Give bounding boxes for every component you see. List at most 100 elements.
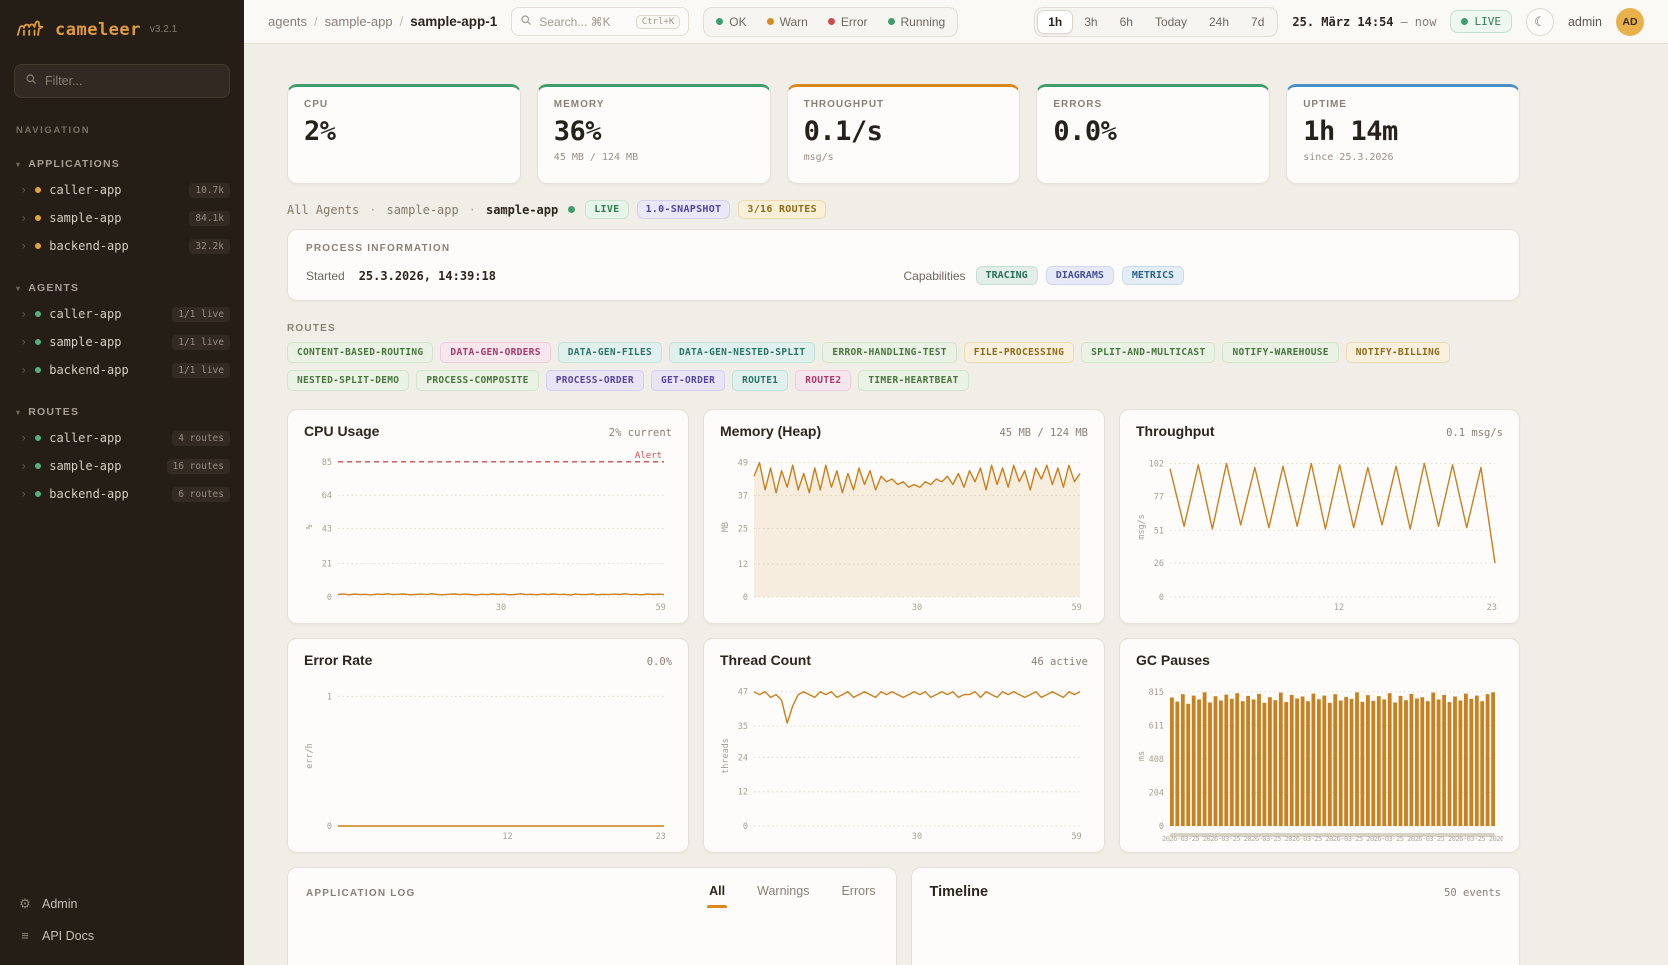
route-chip-content-based-routing[interactable]: CONTENT-BASED-ROUTING <box>287 342 433 363</box>
search-icon <box>520 13 532 31</box>
agent-link-sample-app[interactable]: sample-app <box>386 203 458 217</box>
route-chip-timer-heartbeat[interactable]: TIMER-HEARTBEAT <box>858 370 968 391</box>
chevron-right-icon: › <box>20 335 27 349</box>
route-chip-get-order[interactable]: GET-ORDER <box>651 370 725 391</box>
main-area: agents/sample-app/sample-app-1 Search...… <box>244 0 1668 965</box>
status-filter-warn[interactable]: Warn <box>757 10 818 34</box>
route-chip-route2[interactable]: ROUTE2 <box>795 370 851 391</box>
stat-value: 1h 14m <box>1303 116 1503 147</box>
route-chip-data-gen-nested-split[interactable]: DATA-GEN-NESTED-SPLIT <box>669 342 815 363</box>
svg-text:30: 30 <box>912 603 922 613</box>
time-range-1h[interactable]: 1h <box>1037 10 1073 34</box>
sidebar-footer-label: Admin <box>42 897 77 911</box>
route-chip-data-gen-files[interactable]: DATA-GEN-FILES <box>558 342 662 363</box>
sidebar-group-header-agents[interactable]: ▾AGENTS <box>0 282 244 300</box>
svg-text:0: 0 <box>327 822 332 832</box>
app-version: v3.2.1 <box>150 24 177 35</box>
logo-row: cameleer v3.2.1 <box>0 16 244 43</box>
breadcrumb-sample-app-1: sample-app-1 <box>410 14 497 29</box>
status-filter-ok[interactable]: OK <box>706 10 756 34</box>
status-filter-error[interactable]: Error <box>818 10 878 34</box>
capabilities-label: Capabilities <box>904 269 966 283</box>
stat-sub: msg/s <box>804 152 1004 164</box>
sidebar-item-applications-caller-app[interactable]: ›caller-app10.7k <box>0 176 244 204</box>
route-chip-process-composite[interactable]: PROCESS-COMPOSITE <box>416 370 538 391</box>
chart-canvas: 02651771021223msg/s <box>1136 447 1503 613</box>
chevron-right-icon: › <box>20 487 27 501</box>
sidebar-filter-input[interactable] <box>45 74 219 88</box>
breadcrumb-agents[interactable]: agents <box>268 14 307 29</box>
stat-sub: since 25.3.2026 <box>1303 152 1503 164</box>
separator-dot: · <box>369 203 376 217</box>
sidebar-item-label: sample-app <box>49 459 121 473</box>
status-dot <box>35 435 41 441</box>
time-range-6h[interactable]: 6h <box>1109 10 1144 34</box>
sidebar-item-applications-backend-app[interactable]: ›backend-app32.2k <box>0 232 244 260</box>
separator-dot: · <box>469 203 476 217</box>
svg-text:err/h: err/h <box>305 743 315 769</box>
svg-text:59: 59 <box>1072 603 1082 613</box>
svg-text:12: 12 <box>738 788 748 798</box>
status-dot <box>35 491 41 497</box>
sidebar-group-header-applications[interactable]: ▾APPLICATIONS <box>0 158 244 176</box>
svg-text:Alert: Alert <box>635 451 662 461</box>
live-indicator[interactable]: LIVE <box>1450 10 1512 33</box>
route-chip-notify-billing[interactable]: NOTIFY-BILLING <box>1346 342 1450 363</box>
sidebar-item-badge: 1/1 live <box>172 307 230 322</box>
svg-text:0: 0 <box>1159 593 1164 603</box>
time-range-24h[interactable]: 24h <box>1198 10 1240 34</box>
date-range[interactable]: 25. März 14:54 – now <box>1292 15 1436 29</box>
svg-text:85: 85 <box>322 458 332 468</box>
chevron-right-icon: › <box>20 363 27 377</box>
route-chips: CONTENT-BASED-ROUTING DATA-GEN-ORDERS DATA… <box>287 342 1520 391</box>
time-range-7d[interactable]: 7d <box>1240 10 1275 34</box>
sidebar-item-admin[interactable]: ⚙ Admin <box>18 896 226 912</box>
sidebar-item-routes-sample-app[interactable]: ›sample-app16 routes <box>0 452 244 480</box>
sidebar-item-api-docs[interactable]: ≡ API Docs <box>18 928 226 943</box>
route-chip-file-processing[interactable]: FILE-PROCESSING <box>964 342 1074 363</box>
route-chip-route1[interactable]: ROUTE1 <box>732 370 788 391</box>
svg-text:26: 26 <box>1154 559 1164 569</box>
sidebar-item-agents-sample-app[interactable]: ›sample-app1/1 live <box>0 328 244 356</box>
route-chip-process-order[interactable]: PROCESS-ORDER <box>546 370 644 391</box>
sidebar-group-header-routes[interactable]: ▾ROUTES <box>0 406 244 424</box>
log-tab-errors[interactable]: Errors <box>839 884 877 908</box>
global-search[interactable]: Search... ⌘K Ctrl+K <box>511 7 689 36</box>
menu-icon: ≡ <box>18 928 32 943</box>
status-filter-running[interactable]: Running <box>878 10 956 34</box>
sidebar-item-label: sample-app <box>49 211 121 225</box>
sidebar-item-agents-caller-app[interactable]: ›caller-app1/1 live <box>0 300 244 328</box>
timeline-title: Timeline <box>930 884 989 900</box>
route-chip-error-handling-test[interactable]: ERROR-HANDLING-TEST <box>822 342 956 363</box>
agent-link-all-agents[interactable]: All Agents <box>287 203 359 217</box>
status-dot <box>888 18 895 25</box>
sidebar-filter[interactable] <box>14 64 230 98</box>
sidebar-item-agents-backend-app[interactable]: ›backend-app1/1 live <box>0 356 244 384</box>
sidebar-item-badge: 10.7k <box>189 183 230 198</box>
stat-value: 0.1/s <box>804 116 1004 147</box>
sidebar-item-label: caller-app <box>49 307 121 321</box>
dark-mode-toggle[interactable]: ☾ <box>1526 8 1554 36</box>
user-avatar[interactable]: AD <box>1616 8 1644 36</box>
route-chip-notify-warehouse[interactable]: NOTIFY-WAREHOUSE <box>1222 342 1338 363</box>
caret-down-icon: ▾ <box>16 284 21 293</box>
log-tab-all[interactable]: All <box>707 884 727 908</box>
chart-current-value: 45 MB / 124 MB <box>999 427 1088 439</box>
sidebar-item-routes-backend-app[interactable]: ›backend-app6 routes <box>0 480 244 508</box>
log-tab-warnings[interactable]: Warnings <box>755 884 811 908</box>
status-dot <box>35 339 41 345</box>
sidebar-footer: ⚙ Admin ≡ API Docs <box>0 884 244 947</box>
route-chip-split-and-multicast[interactable]: SPLIT-AND-MULTICAST <box>1081 342 1215 363</box>
svg-text:23: 23 <box>656 832 666 842</box>
time-range-group: 1h3h6hToday24h7d <box>1034 7 1278 37</box>
svg-text:43: 43 <box>322 525 332 535</box>
stat-sub: 45 MB / 124 MB <box>554 152 754 164</box>
time-range-3h[interactable]: 3h <box>1073 10 1108 34</box>
sidebar-item-routes-caller-app[interactable]: ›caller-app4 routes <box>0 424 244 452</box>
route-chip-data-gen-orders[interactable]: DATA-GEN-ORDERS <box>440 342 550 363</box>
status-dot <box>35 311 41 317</box>
sidebar-item-applications-sample-app[interactable]: ›sample-app84.1k <box>0 204 244 232</box>
route-chip-nested-split-demo[interactable]: NESTED-SPLIT-DEMO <box>287 370 409 391</box>
breadcrumb-sample-app[interactable]: sample-app <box>325 14 393 29</box>
time-range-today[interactable]: Today <box>1144 10 1198 34</box>
